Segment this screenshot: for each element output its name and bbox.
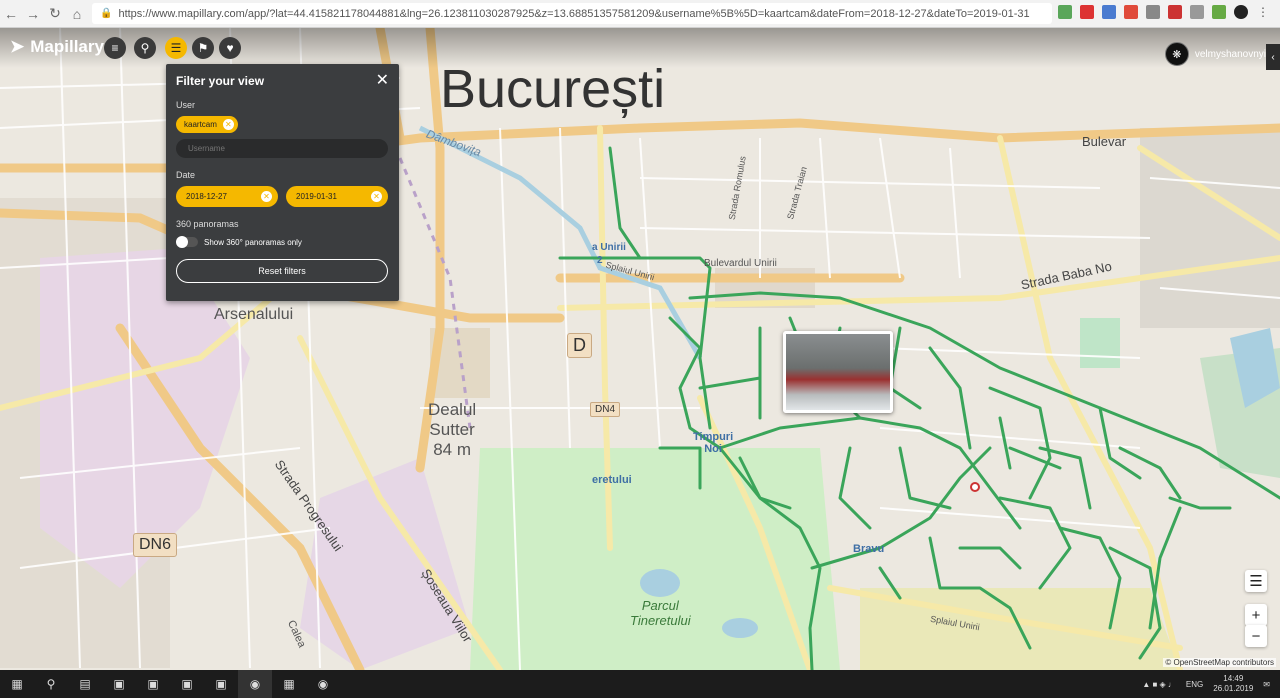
app-icon[interactable]: ▣ <box>170 670 204 698</box>
back-icon[interactable]: ← <box>0 3 22 25</box>
file-explorer-icon[interactable]: ▦ <box>272 670 306 698</box>
clear-date-to-icon[interactable]: ✕ <box>371 191 382 202</box>
extension-icons: ⋮ <box>1058 5 1270 19</box>
extension-icon[interactable] <box>1190 5 1204 19</box>
windows-start-icon[interactable]: ▦ <box>0 670 34 698</box>
date-from-field[interactable]: 2018-12-27 ✕ <box>176 186 278 207</box>
filter-panel: Filter your view ✕ User kaartcam ✕ Date … <box>166 64 399 301</box>
lock-icon: 🔒 <box>100 8 113 19</box>
app-icon[interactable]: ▣ <box>102 670 136 698</box>
forward-icon[interactable]: → <box>22 3 44 25</box>
search-button[interactable]: ⚲ <box>134 37 156 59</box>
map-label-unirii-2: 2 <box>597 255 603 266</box>
clear-date-from-icon[interactable]: ✕ <box>261 191 272 202</box>
map-label-bulevardul-unirii: Bulevardul Unirii <box>704 258 777 269</box>
date-to-value: 2019-01-31 <box>296 192 337 201</box>
clock-time: 14:49 <box>1223 674 1244 683</box>
extension-icon[interactable] <box>1124 5 1138 19</box>
filter-panel-title: Filter your view <box>176 74 265 88</box>
chrome-icon[interactable]: ◉ <box>238 670 272 698</box>
menu-button[interactable]: ≡ <box>104 37 126 59</box>
menu-dots-icon[interactable]: ⋮ <box>1256 5 1270 19</box>
mapillary-logo-icon: ➤ <box>10 37 25 56</box>
zoom-in-button[interactable]: + <box>1245 604 1267 626</box>
map-label-bulevar: Bulevar <box>1082 134 1127 149</box>
browser-toolbar: ← → ↻ ⌂ 🔒 https://www.mapillary.com/app/… <box>0 0 1280 28</box>
map-attribution[interactable]: © OpenStreetMap contributors <box>1163 658 1276 667</box>
extension-icon[interactable] <box>1102 5 1116 19</box>
date-label: Date <box>176 170 196 180</box>
user-tag-label: kaartcam <box>184 120 217 129</box>
search-icon[interactable]: ⚲ <box>34 670 68 698</box>
reset-filters-button[interactable]: Reset filters <box>176 259 388 283</box>
map-label-bravu: Bravu <box>853 543 885 555</box>
username-input[interactable] <box>176 139 388 158</box>
app-icon[interactable]: ▣ <box>204 670 238 698</box>
panoramas-toggle[interactable] <box>176 236 198 248</box>
user-menu[interactable]: ❋ velmyshanovnyi <box>1164 42 1266 66</box>
panoramas-label: 360 panoramas <box>176 219 239 229</box>
remove-user-tag-icon[interactable]: ✕ <box>222 119 234 130</box>
point-features-button[interactable]: ♥ <box>219 37 241 59</box>
map-label-dn4: DN4 <box>590 402 621 417</box>
extension-icon[interactable] <box>1146 5 1160 19</box>
map-label-timpuri-noi: Timpuri Noi <box>693 431 734 455</box>
extension-icon[interactable] <box>1212 5 1226 19</box>
user-name: velmyshanovnyi <box>1194 48 1266 60</box>
reload-icon[interactable]: ↻ <box>44 3 66 25</box>
layers-icon[interactable]: ☰ <box>1245 570 1267 592</box>
home-icon[interactable]: ⌂ <box>66 3 88 25</box>
address-bar[interactable]: 🔒 https://www.mapillary.com/app/?lat=44.… <box>92 3 1052 24</box>
clock[interactable]: 14:49 26.01.2019 <box>1213 674 1253 694</box>
map-label-dealul-sutter: Dealul Sutter 84 m <box>428 400 477 459</box>
traffic-sign-button[interactable]: ⚑ <box>192 37 214 59</box>
notification-icon[interactable]: ✉ <box>1263 680 1270 689</box>
sidebar-collapse-tab[interactable]: ‹ <box>1266 44 1280 70</box>
date-from-value: 2018-12-27 <box>186 192 227 201</box>
map-label-dn6: DN6 <box>133 533 178 557</box>
extension-icon[interactable] <box>1058 5 1072 19</box>
clock-date: 26.01.2019 <box>1213 684 1254 693</box>
filter-button[interactable]: ☰ <box>165 37 187 59</box>
map-label-eretului: eretului <box>592 474 632 486</box>
windows-taskbar: ▦ ⚲ ▤ ▣ ▣ ▣ ▣ ◉ ▦ ◉ ▲ ■ ◈ ♩ ENG 14:49 26… <box>0 670 1280 698</box>
app-icon[interactable]: ▣ <box>136 670 170 698</box>
date-to-field[interactable]: 2019-01-31 ✕ <box>286 186 388 207</box>
chrome-icon[interactable]: ◉ <box>306 670 340 698</box>
panoramas-toggle-label: Show 360° panoramas only <box>204 237 302 247</box>
url-text: https://www.mapillary.com/app/?lat=44.41… <box>118 7 1030 20</box>
profile-icon[interactable] <box>1234 5 1248 19</box>
task-view-icon[interactable]: ▤ <box>68 670 102 698</box>
extension-icon[interactable] <box>1168 5 1182 19</box>
map-label-piata-unirii: a Unirii <box>592 242 626 253</box>
date-range: 2018-12-27 ✕ 2019-01-31 ✕ <box>176 186 389 207</box>
panoramas-toggle-row[interactable]: Show 360° panoramas only <box>176 236 389 248</box>
map-label-parcul-tineretului: Parcul Tineretului <box>630 598 691 628</box>
system-tray: ▲ ■ ◈ ♩ ENG 14:49 26.01.2019 ✉ <box>1142 670 1270 698</box>
user-label: User <box>176 100 196 110</box>
tray-icons[interactable]: ▲ ■ ◈ ♩ <box>1142 680 1176 689</box>
language-indicator[interactable]: ENG <box>1186 680 1203 689</box>
user-tag: kaartcam ✕ <box>176 116 238 133</box>
logo-text: Mapillary <box>30 37 104 56</box>
image-preview-thumbnail[interactable] <box>783 331 893 413</box>
zoom-out-button[interactable]: − <box>1245 625 1267 647</box>
youtube-icon[interactable] <box>1080 5 1094 19</box>
map-label-d-badge: D <box>567 333 592 358</box>
close-icon[interactable]: ✕ <box>376 70 389 90</box>
user-avatar: ❋ <box>1164 42 1189 66</box>
mapillary-logo[interactable]: ➤ Mapillary <box>10 37 104 57</box>
